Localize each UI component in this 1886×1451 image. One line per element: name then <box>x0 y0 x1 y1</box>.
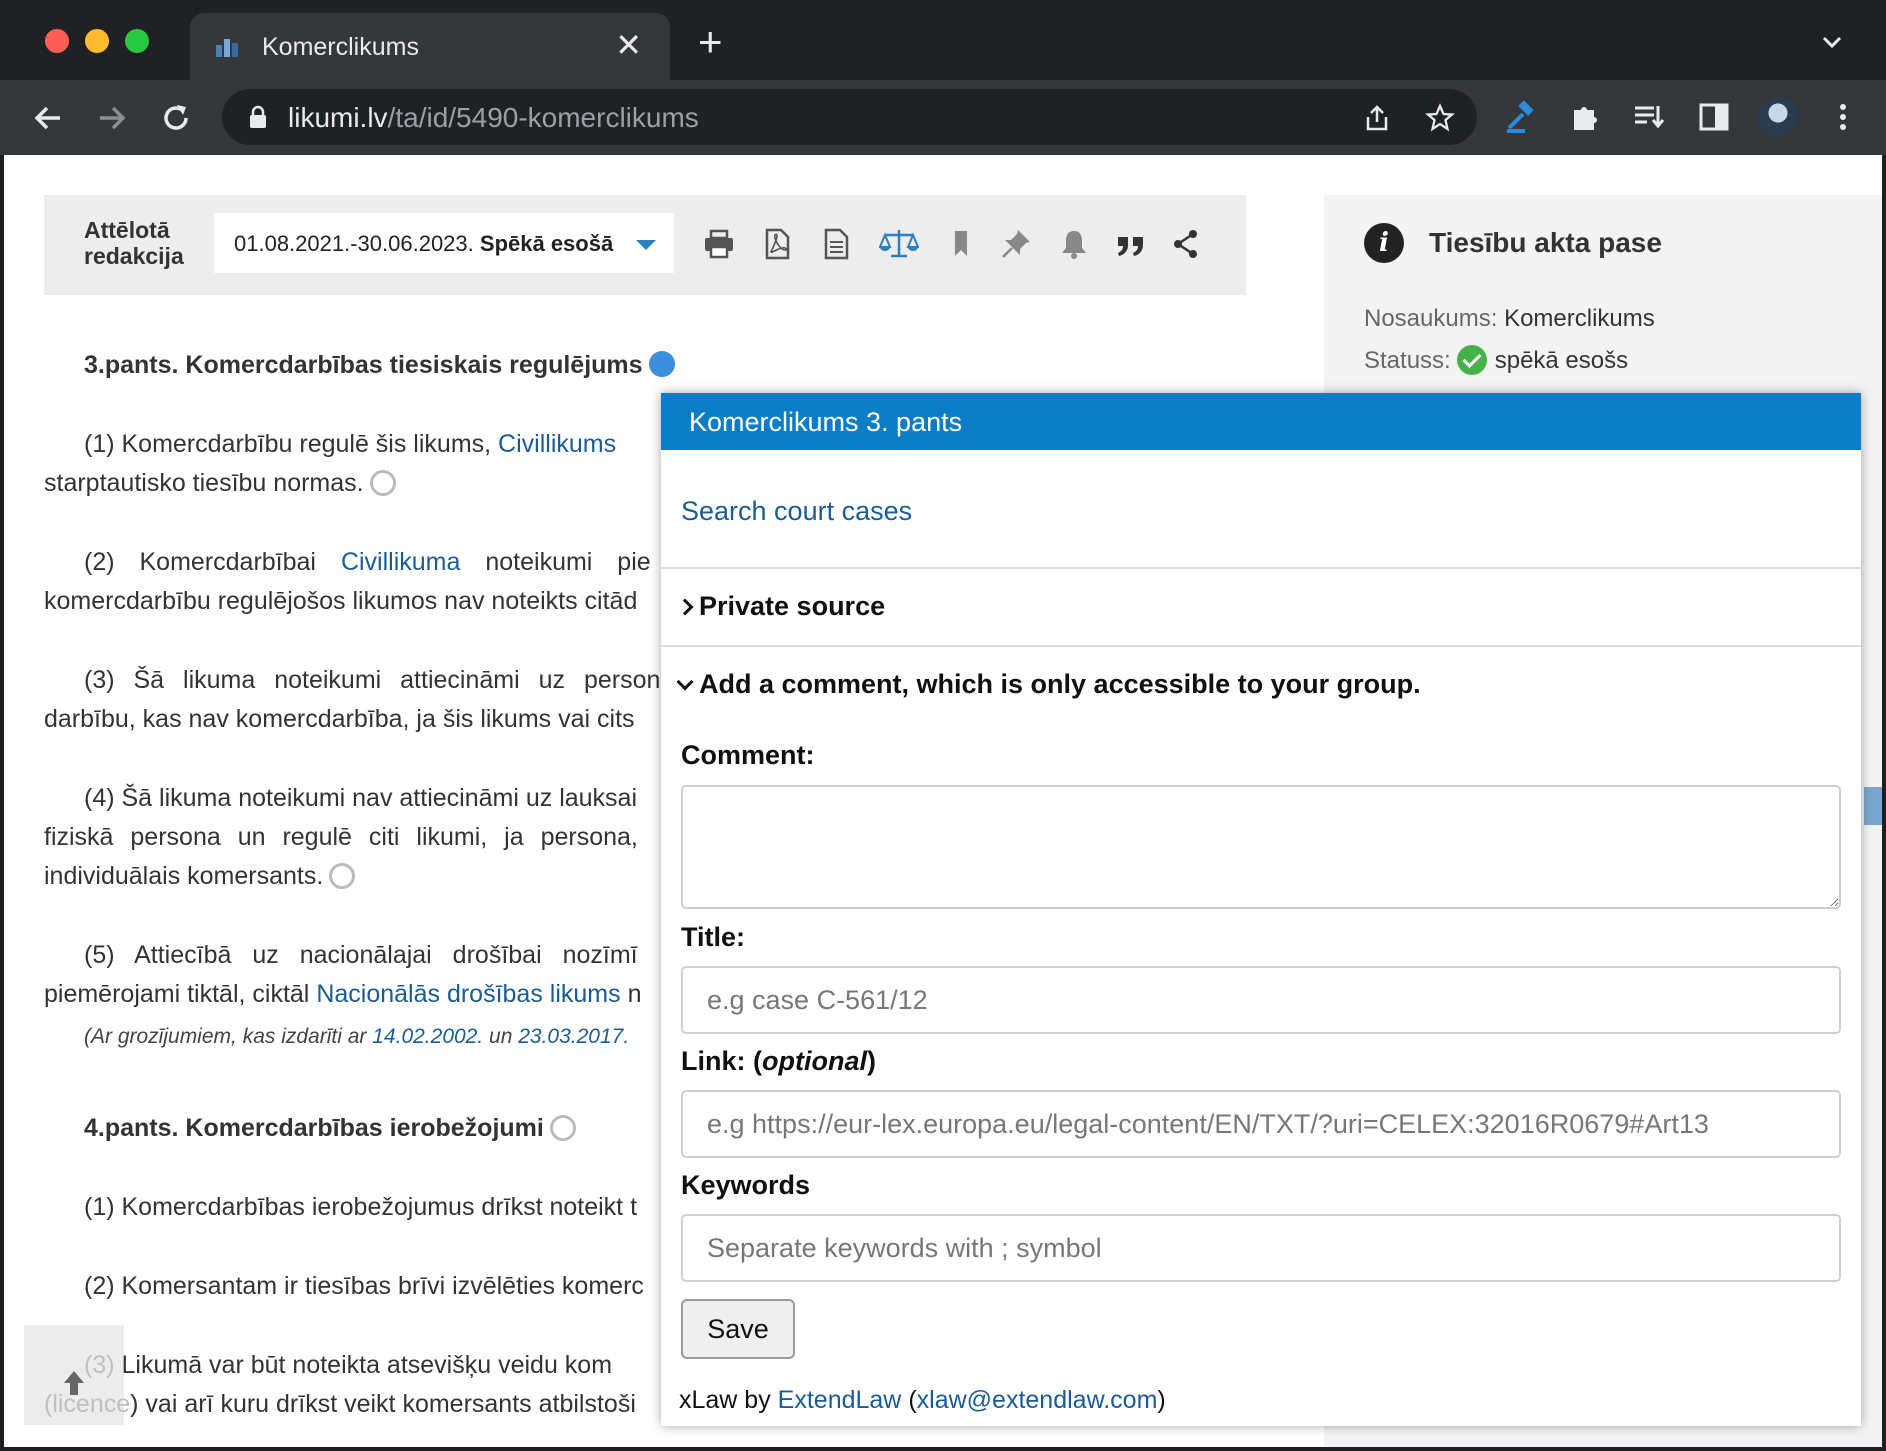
title-label: Title: <box>681 922 746 952</box>
article-4-heading: 4.pants. Komercdarbības ierobežojumi <box>84 1108 576 1148</box>
link-input[interactable] <box>681 1090 1841 1158</box>
comment-marker-icon[interactable] <box>369 470 396 496</box>
forward-icon[interactable] <box>92 99 130 137</box>
scales-icon[interactable] <box>879 227 919 261</box>
extendlaw-link[interactable]: ExtendLaw <box>778 1386 902 1414</box>
bookmark-icon[interactable] <box>944 227 978 261</box>
back-icon[interactable] <box>30 99 68 137</box>
info-icon: i <box>1364 223 1404 263</box>
xlaw-popup: Komerclikums 3. pants Search court cases… <box>661 393 1861 1426</box>
civillikums-link[interactable]: Civillikums <box>498 430 616 458</box>
article-3-p5: (5) Attiecībā uz nacionālajai drošībai n… <box>84 941 638 969</box>
article-3-p1-cont: starptautisko tiesību normas. <box>44 463 396 503</box>
lock-icon <box>250 105 266 128</box>
nacionalas-drosibas-likums-link[interactable]: Nacionālās drošības likums <box>316 980 620 1008</box>
reading-list-icon[interactable] <box>1632 100 1666 134</box>
article-4-p3: (3) Likumā var būt noteikta atsevišķu ve… <box>84 1351 613 1379</box>
url-text: likumi.lv/ta/id/5490-komerclikums <box>288 102 699 133</box>
sidebar-title: Tiesību akta pase <box>1429 227 1662 258</box>
reload-icon[interactable] <box>157 99 195 137</box>
redaction-select[interactable]: 01.08.2021.-30.06.2023. Spēkā esošā <box>214 213 674 273</box>
comment-marker-icon[interactable] <box>648 351 675 377</box>
email-link[interactable]: xlaw@extendlaw.com <box>917 1386 1158 1414</box>
link-label: Link: (optional) <box>681 1046 876 1076</box>
article-3-p1: (1) Komercdarbību regulē šis likums, Civ… <box>84 430 617 458</box>
sidebar-edge-tab[interactable] <box>1864 787 1882 825</box>
extensions-puzzle-icon[interactable] <box>1568 100 1602 134</box>
popup-header: Komerclikums 3. pants <box>661 393 1861 450</box>
share-icon[interactable] <box>1169 227 1203 261</box>
redaction-toolbar: Attēlotā redakcija 01.08.2021.-30.06.202… <box>44 195 1246 295</box>
save-button[interactable]: Save <box>681 1299 795 1359</box>
address-bar[interactable]: likumi.lv/ta/id/5490-komerclikums <box>222 89 1477 145</box>
article-3-heading: 3.pants. Komercdarbības tiesiskais regul… <box>84 345 675 385</box>
article-3-p3-cont: darbību, kas nav komercdarbība, ja šis l… <box>44 705 635 733</box>
side-panel-icon[interactable] <box>1697 100 1731 134</box>
comment-marker-icon[interactable] <box>329 863 356 889</box>
quote-icon[interactable] <box>1114 227 1148 261</box>
chevron-down-icon[interactable] <box>1820 30 1844 54</box>
close-window-button[interactable] <box>45 29 69 53</box>
likumi-favicon-icon <box>216 39 238 57</box>
chevron-down-icon <box>676 673 694 691</box>
check-icon <box>1456 345 1487 375</box>
scroll-to-top-button[interactable] <box>24 1325 124 1425</box>
article-4-p3-cont: (licence) vai arī kuru drīkst veikt kome… <box>44 1390 636 1418</box>
divider <box>661 567 1861 569</box>
browser-tab-bar: Komerclikums ✕ + <box>0 0 1886 80</box>
comment-textarea[interactable] <box>681 785 1841 909</box>
private-source-toggle[interactable]: Private source <box>676 591 885 622</box>
article-3-p4: (4) Šā likuma noteikumi nav attiecināmi … <box>84 784 638 812</box>
article-3-p2-cont: komercdarbību regulējošos likumos nav no… <box>44 587 638 615</box>
redaction-label: Attēlotā redakcija <box>84 217 184 269</box>
search-court-cases-link[interactable]: Search court cases <box>681 496 912 527</box>
article-3-p4-cont: fiziskā persona un regulē citi likumi, j… <box>44 823 638 851</box>
article-4-p1: (1) Komercdarbības ierobežojumus drīkst … <box>84 1193 638 1221</box>
document-icon[interactable] <box>819 227 853 261</box>
pin-icon[interactable] <box>999 227 1033 261</box>
print-icon[interactable] <box>702 227 736 261</box>
sidebar-status-row: Statuss: spēkā esošs <box>1364 345 1629 375</box>
popup-footer: xLaw by ExtendLaw (xlaw@extendlaw.com) <box>679 1386 1166 1414</box>
profile-avatar[interactable] <box>1758 97 1798 137</box>
amendment-link-2[interactable]: 23.03.2017. <box>518 1025 629 1048</box>
article-3-p5-cont: piemērojami tiktāl, ciktāl Nacionālās dr… <box>44 980 642 1008</box>
arrow-up-icon <box>64 1371 84 1395</box>
bookmark-star-icon[interactable] <box>1425 103 1455 133</box>
browser-tab[interactable]: Komerclikums ✕ <box>190 13 670 80</box>
sidebar-name-row: Nosaukums: Komerclikums <box>1364 305 1655 332</box>
title-input[interactable] <box>681 966 1841 1034</box>
article-4-p2: (2) Komersantam ir tiesības brīvi izvēlē… <box>84 1272 644 1300</box>
tab-title: Komerclikums <box>262 33 419 61</box>
pdf-icon[interactable] <box>760 227 794 261</box>
civillikuma-link[interactable]: Civillikuma <box>341 548 460 576</box>
comment-marker-icon[interactable] <box>549 1115 576 1141</box>
comment-label: Comment: <box>681 740 815 770</box>
more-menu-icon[interactable] <box>1826 100 1860 134</box>
article-3-p2: (2) Komercdarbībai Civillikuma noteikumi… <box>84 548 651 576</box>
divider <box>661 645 1861 647</box>
maximize-window-button[interactable] <box>125 29 149 53</box>
keywords-label: Keywords <box>681 1170 811 1200</box>
dropdown-caret-icon <box>636 240 656 250</box>
chevron-right-icon <box>676 598 694 616</box>
bell-icon[interactable] <box>1057 227 1091 261</box>
keywords-input[interactable] <box>681 1214 1841 1282</box>
article-3-p3: (3) Šā likuma noteikumi attiecināmi uz p… <box>84 666 675 694</box>
browser-toolbar: likumi.lv/ta/id/5490-komerclikums <box>0 80 1886 155</box>
close-tab-icon[interactable]: ✕ <box>615 27 642 63</box>
article-3-p4-cont2: individuālais komersants. <box>44 856 356 896</box>
add-comment-toggle[interactable]: Add a comment, which is only accessible … <box>676 669 1421 700</box>
gavel-extension-icon[interactable] <box>1503 100 1537 134</box>
amendment-link-1[interactable]: 14.02.2002. <box>372 1025 483 1048</box>
new-tab-button[interactable]: + <box>698 21 723 63</box>
amendment-note: (Ar grozījumiem, kas izdarīti ar 14.02.2… <box>84 1025 630 1048</box>
minimize-window-button[interactable] <box>85 29 109 53</box>
share-page-icon[interactable] <box>1362 103 1392 133</box>
